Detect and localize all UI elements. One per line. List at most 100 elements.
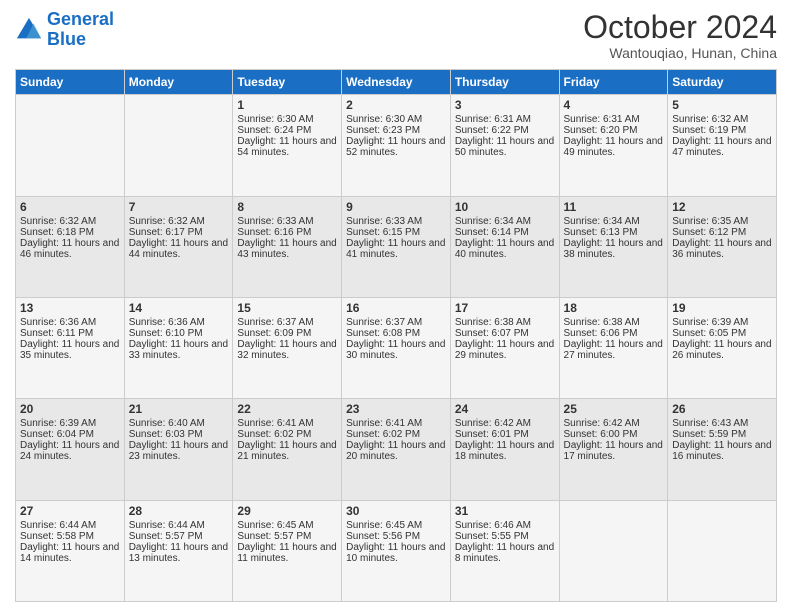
sunset-text: Sunset: 6:17 PM	[129, 227, 229, 238]
day-number: 7	[129, 200, 229, 214]
day-cell: 5Sunrise: 6:32 AMSunset: 6:19 PMDaylight…	[668, 95, 777, 196]
sunset-text: Sunset: 6:18 PM	[20, 227, 120, 238]
daylight-text: Daylight: 11 hours and 26 minutes.	[672, 339, 772, 361]
day-cell: 27 Sunrise: 6:44 AMSunset: 5:58 PMDayligh…	[16, 500, 125, 601]
day-cell	[668, 500, 777, 601]
daylight-text: Daylight: 11 hours and 20 minutes.	[346, 440, 446, 462]
daylight-text: Daylight: 11 hours and 14 minutes.	[20, 542, 120, 564]
day-number: 8	[237, 200, 337, 214]
day-cell: 29 Sunrise: 6:45 AMSunset: 5:57 PMDayligh…	[233, 500, 342, 601]
calendar-table: Sunday Monday Tuesday Wednesday Thursday…	[15, 69, 777, 602]
daylight-text: Daylight: 11 hours and 36 minutes.	[672, 238, 772, 260]
sunset-text: Sunset: 5:57 PM	[237, 531, 337, 542]
daylight-text: Daylight: 11 hours and 54 minutes.	[237, 136, 337, 158]
daylight-text: Daylight: 11 hours and 11 minutes.	[237, 542, 337, 564]
day-cell: 12Sunrise: 6:35 AMSunset: 6:12 PMDayligh…	[668, 196, 777, 297]
day-number: 27	[20, 504, 120, 518]
day-cell: 21Sunrise: 6:40 AMSunset: 6:03 PMDayligh…	[124, 399, 233, 500]
sunrise-text: Sunrise: 6:43 AM	[672, 418, 772, 429]
day-number: 30	[346, 504, 446, 518]
sunset-text: Sunset: 6:13 PM	[564, 227, 664, 238]
daylight-text: Daylight: 11 hours and 13 minutes.	[129, 542, 229, 564]
daylight-text: Daylight: 11 hours and 21 minutes.	[237, 440, 337, 462]
sunrise-text: Sunrise: 6:38 AM	[455, 317, 555, 328]
sunrise-text: Sunrise: 6:41 AM	[346, 418, 446, 429]
daylight-text: Daylight: 11 hours and 40 minutes.	[455, 238, 555, 260]
sunset-text: Sunset: 5:58 PM	[20, 531, 120, 542]
day-cell	[124, 95, 233, 196]
day-number: 3	[455, 98, 555, 112]
sunset-text: Sunset: 6:06 PM	[564, 328, 664, 339]
day-cell: 4Sunrise: 6:31 AMSunset: 6:20 PMDaylight…	[559, 95, 668, 196]
day-number: 26	[672, 402, 772, 416]
daylight-text: Daylight: 11 hours and 47 minutes.	[672, 136, 772, 158]
day-number: 9	[346, 200, 446, 214]
sunrise-text: Sunrise: 6:44 AM	[129, 520, 229, 531]
logo-line2: Blue	[47, 29, 86, 49]
sunset-text: Sunset: 6:02 PM	[346, 429, 446, 440]
sunrise-text: Sunrise: 6:42 AM	[455, 418, 555, 429]
sunrise-text: Sunrise: 6:30 AM	[237, 114, 337, 125]
sunrise-text: Sunrise: 6:45 AM	[237, 520, 337, 531]
sunset-text: Sunset: 6:05 PM	[672, 328, 772, 339]
sunset-text: Sunset: 6:02 PM	[237, 429, 337, 440]
day-number: 20	[20, 402, 120, 416]
day-cell: 17Sunrise: 6:38 AMSunset: 6:07 PMDayligh…	[450, 297, 559, 398]
day-number: 17	[455, 301, 555, 315]
sunset-text: Sunset: 6:24 PM	[237, 125, 337, 136]
daylight-text: Daylight: 11 hours and 50 minutes.	[455, 136, 555, 158]
day-cell	[16, 95, 125, 196]
week-row-3: 13 Sunrise: 6:36 AMSunset: 6:11 PM Dayligh…	[16, 297, 777, 398]
day-number: 1	[237, 98, 337, 112]
day-number: 13	[20, 301, 120, 315]
sunrise-text: Sunrise: 6:44 AM	[20, 520, 120, 531]
day-number: 19	[672, 301, 772, 315]
day-number: 29	[237, 504, 337, 518]
sunrise-text: Sunrise: 6:36 AM	[20, 317, 120, 328]
sunrise-text: Sunrise: 6:39 AM	[20, 418, 120, 429]
sunrise-text: Sunrise: 6:41 AM	[237, 418, 337, 429]
sunrise-text: Sunrise: 6:32 AM	[20, 216, 120, 227]
sunset-text: Sunset: 6:08 PM	[346, 328, 446, 339]
day-number: 2	[346, 98, 446, 112]
logo-icon	[15, 16, 43, 44]
sunrise-text: Sunrise: 6:42 AM	[564, 418, 664, 429]
day-cell: 13Sunrise: 6:36 AMSunset: 6:11 PMDayligh…	[16, 297, 125, 398]
sunrise-text: Sunrise: 6:33 AM	[346, 216, 446, 227]
day-number: 16	[346, 301, 446, 315]
day-cell	[559, 500, 668, 601]
sunset-text: Sunset: 6:14 PM	[455, 227, 555, 238]
week-row-4: 20Sunrise: 6:39 AMSunset: 6:04 PMDayligh…	[16, 399, 777, 500]
sunrise-text: Sunrise: 6:32 AM	[129, 216, 229, 227]
day-cell: 7Sunrise: 6:32 AMSunset: 6:17 PMDaylight…	[124, 196, 233, 297]
day-cell: 11Sunrise: 6:34 AMSunset: 6:13 PMDayligh…	[559, 196, 668, 297]
daylight-text: Daylight: 11 hours and 18 minutes.	[455, 440, 555, 462]
sunrise-text: Sunrise: 6:34 AM	[455, 216, 555, 227]
sunset-text: Sunset: 6:01 PM	[455, 429, 555, 440]
day-cell: 10 Sunrise: 6:34 AMSunset: 6:14 PMDayligh…	[450, 196, 559, 297]
sunrise-text: Sunrise: 6:32 AM	[672, 114, 772, 125]
day-cell: 28Sunrise: 6:44 AMSunset: 5:57 PMDayligh…	[124, 500, 233, 601]
sunset-text: Sunset: 6:09 PM	[237, 328, 337, 339]
day-cell: 18Sunrise: 6:38 AMSunset: 6:06 PMDayligh…	[559, 297, 668, 398]
day-number: 28	[129, 504, 229, 518]
col-sunday: Sunday	[16, 70, 125, 95]
day-number: 22	[237, 402, 337, 416]
sunset-text: Sunset: 6:11 PM	[20, 328, 120, 339]
sunset-text: Sunset: 6:07 PM	[455, 328, 555, 339]
day-cell: 16Sunrise: 6:37 AMSunset: 6:08 PMDayligh…	[342, 297, 451, 398]
sunset-text: Sunset: 6:12 PM	[672, 227, 772, 238]
day-number: 12	[672, 200, 772, 214]
day-cell: 19Sunrise: 6:39 AMSunset: 6:05 PMDayligh…	[668, 297, 777, 398]
sunrise-text: Sunrise: 6:31 AM	[455, 114, 555, 125]
logo-text: General Blue	[47, 10, 114, 50]
day-cell: 3Sunrise: 6:31 AMSunset: 6:22 PMDaylight…	[450, 95, 559, 196]
day-number: 4	[564, 98, 664, 112]
day-number: 10	[455, 200, 555, 214]
sunrise-text: Sunrise: 6:45 AM	[346, 520, 446, 531]
day-cell: 23Sunrise: 6:41 AMSunset: 6:02 PMDayligh…	[342, 399, 451, 500]
sunset-text: Sunset: 6:15 PM	[346, 227, 446, 238]
col-tuesday: Tuesday	[233, 70, 342, 95]
day-cell: 2Sunrise: 6:30 AMSunset: 6:23 PMDaylight…	[342, 95, 451, 196]
daylight-text: Daylight: 11 hours and 33 minutes.	[129, 339, 229, 361]
